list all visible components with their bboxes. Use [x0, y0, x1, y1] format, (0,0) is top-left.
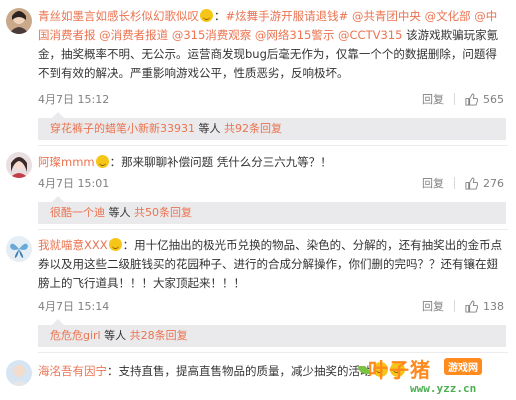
reply-button[interactable]: 回复 [422, 298, 444, 314]
reply-summary-text: 等人 [198, 122, 221, 135]
mention-link[interactable]: @315消费观察 [172, 28, 251, 42]
vip-emoji-icon [95, 155, 109, 168]
comment-actions: 回复 138 [422, 298, 504, 314]
comment-body: ：那来聊聊补偿问题 凭什么分三六九等？！ [109, 155, 332, 169]
reply-count-link[interactable]: 共28条回复 [130, 329, 188, 342]
comment-meta: 4月7日 15:01 回复 276 [38, 175, 504, 193]
username-link[interactable]: 阿璨mmm [38, 155, 95, 169]
mention-link[interactable]: @文化部 [425, 9, 471, 23]
watermark-tag: 游戏网 [444, 358, 482, 375]
comment-date[interactable]: 4月7日 15:01 [38, 175, 109, 191]
reply-user-link[interactable]: 危危危girl [50, 329, 101, 342]
comment-actions: 回复 565 [422, 91, 504, 107]
divider [454, 93, 455, 105]
mention-link[interactable]: @共青团中央 [352, 9, 421, 23]
comment-text: 青丝如墨言如感长杉似幻歌似叹 ：#炫舞手游开服请退钱# @共青团中央 @文化部 @… [38, 7, 506, 83]
divider [38, 229, 508, 230]
reply-summary: 危危危girl 等人 共28条回复 [38, 319, 506, 347]
avatar[interactable] [6, 236, 32, 262]
comment-date[interactable]: 4月7日 15:14 [38, 298, 109, 314]
like-count: 138 [483, 299, 504, 313]
divider [38, 352, 508, 353]
reply-button[interactable]: 回复 [422, 175, 444, 191]
site-watermark-logo: 叶子猪 游戏网 www.yzz.cn [358, 354, 514, 398]
avatar[interactable] [6, 152, 32, 178]
vip-emoji-icon [200, 9, 213, 22]
username-link[interactable]: 青丝如墨言如感长杉似幻歌似叹 [38, 9, 199, 23]
reply-user-link[interactable]: 很酷一个迪 [50, 206, 105, 219]
vip-emoji-icon [108, 238, 122, 251]
reply-summary-text: 等人 [108, 206, 131, 219]
comment-actions: 回复 276 [422, 175, 504, 191]
mention-link[interactable]: @消费者报道 [99, 28, 168, 42]
reply-user-link[interactable]: 穿花裤子的蜡笔小新新33931 [50, 122, 195, 135]
like-count: 565 [483, 92, 504, 106]
reply-count-link[interactable]: 共50条回复 [134, 206, 192, 219]
watermark-url: www.yzz.cn [410, 382, 477, 395]
like-count: 276 [483, 176, 504, 190]
reply-summary: 很酷一个迪 等人 共50条回复 [38, 196, 506, 224]
comment-meta: 4月7日 15:14 回复 138 [38, 298, 504, 316]
comment-text: 我就喵意XXX ：用十亿抽出的极光币兑换的物品、染色的、分解的，还有抽奖出的金币点… [38, 236, 506, 293]
username-link[interactable]: 我就喵意XXX [38, 238, 108, 252]
comment-date[interactable]: 4月7日 15:12 [38, 91, 109, 107]
reply-count-link[interactable]: 共92条回复 [224, 122, 282, 135]
username-link[interactable]: 海洺吾有因宁 [38, 364, 107, 378]
thumbs-up-icon [465, 92, 478, 106]
mention-link[interactable]: @CCTV315 [338, 28, 402, 42]
watermark-brand: 叶子猪 [368, 358, 431, 382]
topic-link[interactable]: #炫舞手游开服请退钱# [226, 9, 349, 23]
comment-body: ：支持直售，提高直售物品的质量，减少抽奖的活动 [107, 364, 372, 378]
reply-summary: 穿花裤子的蜡笔小新新33931 等人 共92条回复 [38, 112, 506, 140]
comment-meta: 4月7日 15:12 回复 565 [38, 91, 504, 109]
reply-button[interactable]: 回复 [422, 91, 444, 107]
divider [454, 177, 455, 189]
divider [38, 145, 508, 146]
avatar[interactable] [6, 360, 32, 386]
reply-summary-text: 等人 [104, 329, 127, 342]
divider [454, 300, 455, 312]
like-button[interactable]: 276 [465, 177, 504, 190]
colon: ： [214, 9, 226, 23]
avatar[interactable] [6, 8, 32, 34]
like-button[interactable]: 138 [465, 300, 504, 313]
thumbs-up-icon [465, 299, 478, 313]
like-button[interactable]: 565 [465, 93, 504, 106]
mention-link[interactable]: @网络315警示 [255, 28, 334, 42]
comment-text: 阿璨mmm ：那来聊聊补偿问题 凭什么分三六九等？！ [38, 153, 506, 172]
thumbs-up-icon [465, 176, 478, 190]
